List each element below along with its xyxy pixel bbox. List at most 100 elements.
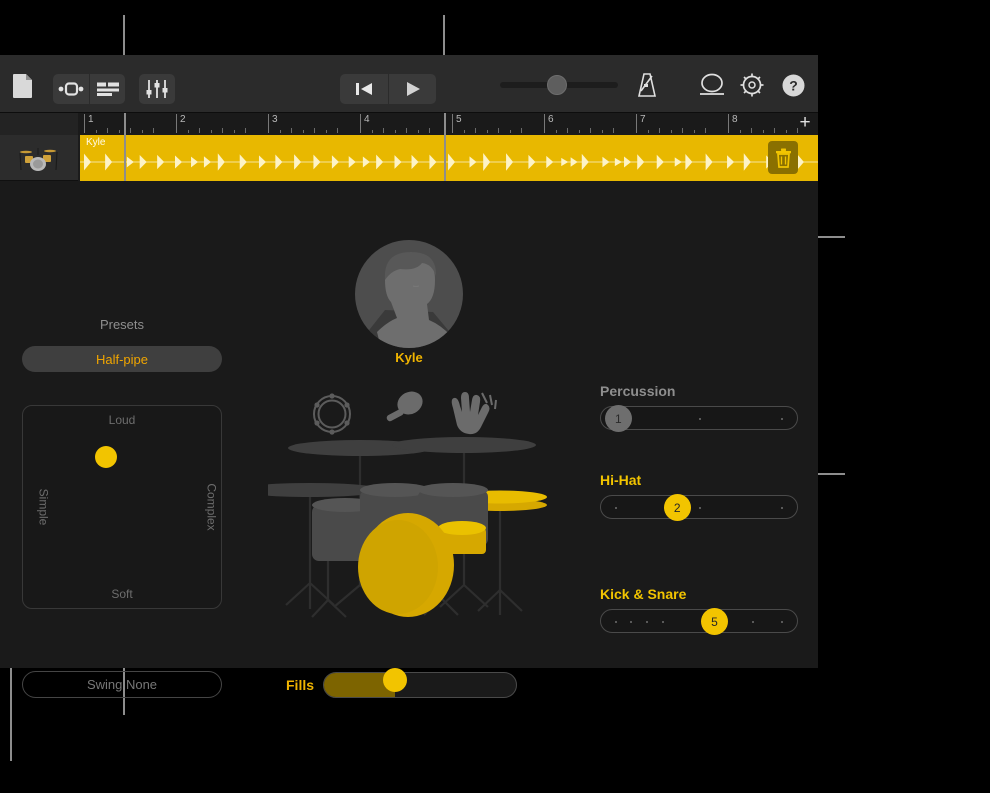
document-icon[interactable] [12, 73, 34, 99]
ruler-subtick [233, 130, 235, 133]
drummer-xy-pad[interactable]: Loud Soft Simple Complex [22, 405, 222, 609]
ruler-subtick [486, 130, 488, 133]
svg-text:?: ? [789, 78, 798, 94]
slider-tick-dot [646, 621, 649, 623]
faders-icon-glyph [146, 80, 168, 98]
xy-label-complex: Complex [204, 483, 219, 531]
slider-track-percussion[interactable]: 1 [600, 405, 798, 432]
slider-label-kick-and-snare: Kick & Snare [600, 586, 687, 602]
drummer-avatar-image [355, 240, 463, 348]
slider-tick-dot [661, 621, 664, 623]
slider-tick-dot [614, 621, 617, 623]
volume-knob[interactable] [547, 75, 567, 95]
ruler-subtick [693, 130, 695, 133]
ruler-tick [705, 128, 706, 133]
ruler-tick [567, 128, 568, 133]
garageband-window: ? 12345678 + Kyle Presets Half-pipe Loud… [0, 55, 818, 698]
slider-label-hi-hat: Hi-Hat [600, 472, 642, 488]
gear-icon[interactable] [739, 72, 765, 98]
ruler[interactable]: 1 2 3 4 5 6 7 8 + [0, 113, 818, 135]
ruler-bars[interactable]: 1 2 3 4 5 6 7 8 [78, 113, 818, 135]
loop-browser-icon-glyph [58, 82, 84, 96]
presets-label: Presets [99, 317, 145, 332]
ruler-tick [245, 128, 246, 133]
rewind-icon [356, 83, 372, 95]
swing-button[interactable]: Swing None [22, 671, 222, 698]
loop-browser-icon[interactable] [53, 74, 89, 104]
ruler-subtick [118, 130, 120, 133]
ruler-bar-number: 1 [84, 114, 94, 133]
slider-tick-dot [781, 507, 784, 509]
ruler-subtick [371, 130, 373, 133]
drummer-avatar[interactable] [355, 240, 463, 348]
track-row: Kyle [0, 135, 818, 181]
slider-track-hi-hat[interactable]: 2 [600, 494, 798, 521]
ruler-subtick [302, 130, 304, 133]
slider-tick-dot [781, 621, 784, 623]
master-volume-slider[interactable] [500, 75, 618, 95]
transport-group [340, 74, 436, 104]
slider-tick-dot [699, 418, 701, 420]
drummer-name-label: Kyle [395, 350, 423, 365]
slider-tick-dot [614, 507, 617, 509]
ruler-tick [314, 128, 315, 133]
ruler-tick [291, 128, 292, 133]
help-icon[interactable]: ? [782, 74, 805, 97]
slider-track-kick-and-snare[interactable]: 5 [600, 608, 798, 635]
ruler-tick [130, 128, 131, 133]
metronome-icon[interactable] [634, 72, 660, 98]
playhead[interactable] [124, 113, 126, 181]
gear-icon-glyph [740, 73, 764, 97]
slider-tick-dot [630, 621, 633, 623]
slider-tick-dot [699, 507, 701, 509]
slider-block-hi-hat: Hi-Hat 2 [600, 472, 800, 521]
ruler-subtick [555, 130, 557, 133]
add-track-button[interactable]: + [796, 113, 814, 135]
track-header[interactable] [0, 135, 78, 181]
ruler-subtick [670, 130, 672, 133]
drummer-region[interactable]: Kyle [80, 135, 818, 181]
fills-slider[interactable] [323, 672, 517, 698]
slider-knob-hi-hat[interactable]: 2 [663, 494, 691, 521]
ruler-tick [429, 128, 430, 133]
document-icon-glyph [13, 74, 32, 98]
slider-knob-percussion[interactable]: 1 [604, 405, 632, 432]
play-button[interactable] [388, 74, 436, 104]
ruler-subtick [417, 130, 419, 133]
slider-block-percussion: Percussion 1 [600, 383, 800, 432]
ruler-bar-number: 2 [176, 114, 186, 133]
crash-cymbal-right [392, 437, 536, 453]
ruler-tick [475, 128, 476, 133]
slider-knob-kick-and-snare[interactable]: 5 [700, 608, 728, 635]
ruler-tick [153, 128, 154, 133]
slider-block-kick-and-snare: Kick & Snare 5 [600, 586, 800, 635]
ruler-tick [222, 128, 223, 133]
track-list-icon[interactable] [89, 74, 125, 104]
region-waveform [80, 153, 818, 171]
ruler-subtick [210, 130, 212, 133]
rewind-button[interactable] [340, 74, 388, 104]
secondary-position-marker[interactable] [444, 113, 446, 181]
ruler-tick [613, 128, 614, 133]
ruler-subtick [95, 130, 97, 133]
metronome-icon-glyph [637, 73, 657, 97]
ruler-subtick [279, 130, 281, 133]
mixer-button[interactable] [139, 74, 175, 104]
ruler-tick [406, 128, 407, 133]
ruler-bar-number: 6 [544, 114, 554, 133]
ruler-subtick [785, 130, 787, 133]
drum-kit-illustration[interactable] [238, 385, 548, 650]
preset-selected-button[interactable]: Half-pipe [22, 346, 222, 372]
xy-pad-puck[interactable] [95, 446, 117, 468]
loop-icon[interactable] [698, 73, 726, 97]
delete-region-button[interactable] [768, 141, 798, 174]
ruler-tick [199, 128, 200, 133]
ruler-tick [337, 128, 338, 133]
toolbar: ? [0, 55, 818, 113]
ruler-tick [774, 128, 775, 133]
ruler-subtick [394, 130, 396, 133]
ruler-tick [107, 128, 108, 133]
fills-slider-knob[interactable] [382, 668, 407, 692]
ruler-bar-number: 7 [636, 114, 646, 133]
ruler-tick [751, 128, 752, 133]
